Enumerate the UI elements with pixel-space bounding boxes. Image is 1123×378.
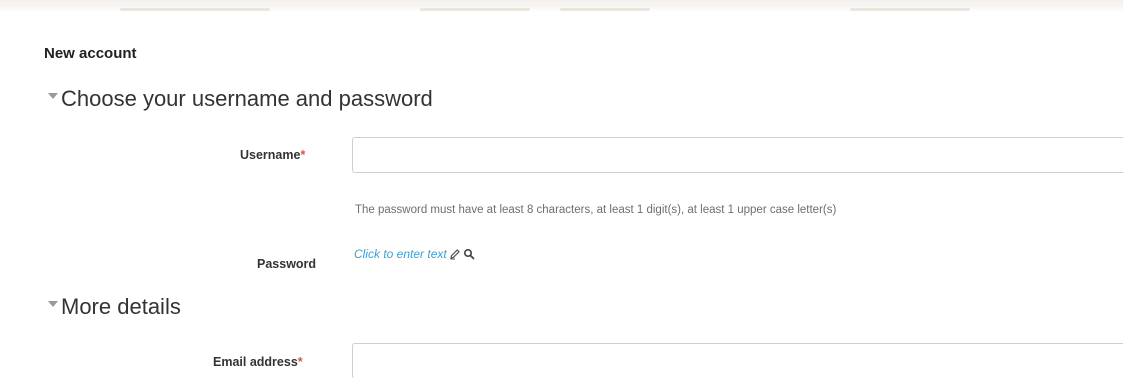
collapse-caret-icon[interactable]: [48, 301, 58, 307]
pencil-icon[interactable]: [449, 248, 461, 260]
top-decorative-strip: [0, 0, 1123, 12]
section-header-more-details[interactable]: More details: [48, 294, 207, 321]
required-asterisk: *: [297, 355, 303, 369]
collapse-caret-icon[interactable]: [48, 93, 58, 99]
email-label: Email address*: [213, 355, 303, 369]
section-header-username-password[interactable]: Choose your username and password: [48, 71, 470, 114]
email-input[interactable]: [352, 343, 1123, 378]
email-label-text: Email address: [213, 355, 298, 369]
username-input[interactable]: [352, 137, 1123, 173]
required-asterisk: *: [300, 148, 306, 162]
password-label-text: Password: [257, 257, 317, 271]
password-label: Password: [247, 253, 333, 273]
section-title-label: More details: [61, 294, 181, 319]
password-edit-link[interactable]: Click to enter text: [354, 247, 447, 261]
section-title-username-password: Choose your username and password: [52, 71, 470, 114]
page-title: New account: [44, 45, 137, 62]
section-title-label: Choose your username and password: [61, 86, 433, 111]
password-click-to-edit[interactable]: Click to enter text: [354, 247, 475, 261]
search-icon[interactable]: [463, 248, 475, 260]
section-title-more-details: More details: [57, 294, 207, 321]
signup-form-page: New account Choose your username and pas…: [0, 0, 1123, 378]
password-help-text: The password must have at least 8 charac…: [355, 204, 837, 216]
username-label: Username*: [234, 147, 346, 166]
username-label-text: Username: [240, 148, 301, 162]
